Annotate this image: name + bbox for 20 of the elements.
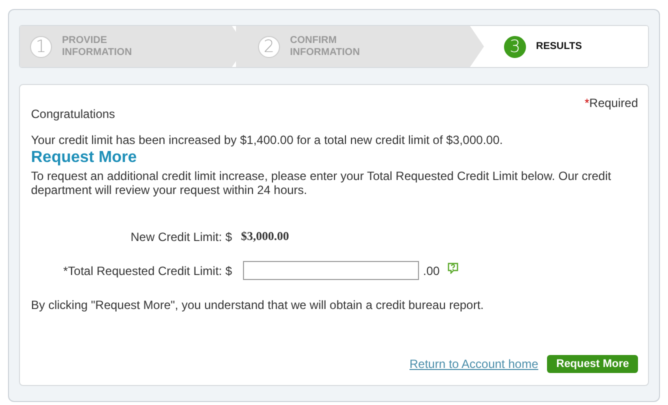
section-title: Request More bbox=[31, 149, 138, 167]
required-note: *Required bbox=[584, 96, 638, 110]
disclaimer-text: By clicking "Request More", you understand that we will obtain a credit bureau report. bbox=[31, 298, 485, 312]
field-label: *Total Requested Credit Limit: $ bbox=[62, 264, 232, 278]
greeting-text: Congratulations bbox=[31, 107, 116, 121]
step-label: CONFIRM INFORMATION bbox=[290, 34, 360, 58]
input-field[interactable] bbox=[243, 261, 419, 280]
step-number: 3 bbox=[504, 36, 526, 58]
step-label: PROVIDE INFORMATION bbox=[62, 34, 132, 58]
field-label: New Credit Limit: $ bbox=[130, 230, 232, 244]
step-number: 2 bbox=[258, 36, 280, 58]
step-number: 1 bbox=[30, 36, 52, 58]
help-icon[interactable] bbox=[446, 262, 459, 274]
request-more-button[interactable]: Request More bbox=[547, 355, 638, 373]
credit-limit-value: $3,000.00 bbox=[241, 229, 289, 244]
cents-text: .00 bbox=[423, 264, 440, 278]
message-text: Your credit limit has been increased by $1,400.00 for a total new credit limit of $3,000.00. bbox=[31, 133, 504, 147]
step-label: RESULTS bbox=[536, 40, 582, 52]
return-link[interactable]: Return to Account home bbox=[410, 357, 538, 371]
instructions-text: To request an additional credit limit increase, please enter your Total Requested Credit Limit below. Our credit department will review your request within 24 hours. bbox=[31, 169, 612, 197]
